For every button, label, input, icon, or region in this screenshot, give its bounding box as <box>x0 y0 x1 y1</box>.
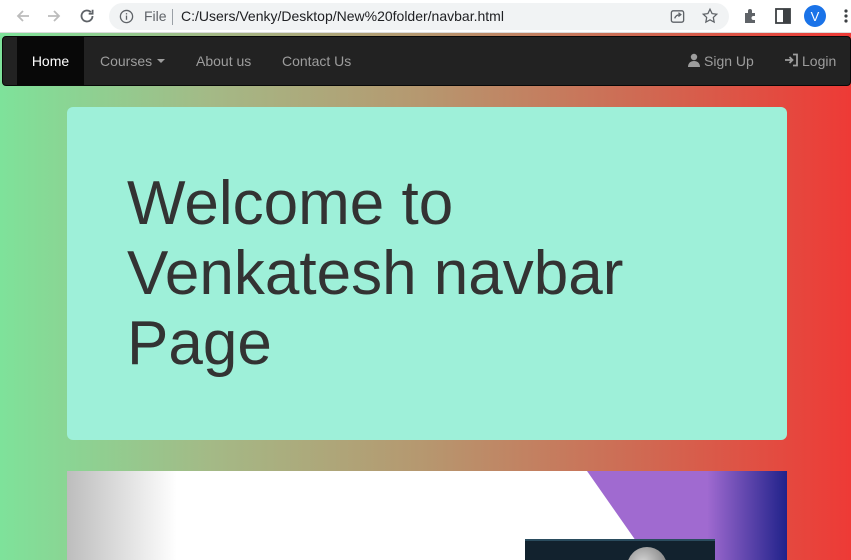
omnibox-divider <box>172 9 173 25</box>
nav-login-label: Login <box>802 53 837 69</box>
more-menu-icon[interactable] <box>842 8 850 24</box>
scheme-label: File <box>144 8 167 24</box>
reload-button[interactable] <box>75 4 99 28</box>
browser-toolbar: File C:/Users/Venky/Desktop/New%20folder… <box>0 0 851 33</box>
back-button[interactable] <box>11 4 35 28</box>
page-title: Welcome to Venkatesh navbar Page <box>127 169 624 378</box>
banner-dark-panel <box>525 539 715 560</box>
caret-down-icon <box>157 59 166 64</box>
nav-login-link[interactable]: Login <box>784 37 836 85</box>
side-panel-icon[interactable] <box>775 8 791 24</box>
nav-signup-label: Sign Up <box>704 53 754 69</box>
info-icon[interactable] <box>119 9 134 24</box>
nav-home-link[interactable]: Home <box>17 37 84 85</box>
banner-navy-edge <box>707 471 787 560</box>
banner-image <box>67 471 787 560</box>
extensions-icon[interactable] <box>742 7 760 25</box>
jumbotron: Welcome to Venkatesh navbar Page <box>67 107 787 440</box>
profile-avatar[interactable]: V <box>804 5 826 27</box>
star-icon[interactable] <box>701 7 719 25</box>
nav-courses-dropdown[interactable]: Courses <box>100 37 166 85</box>
nav-about-link[interactable]: About us <box>196 37 251 85</box>
forward-button[interactable] <box>42 4 66 28</box>
page-viewport: Home Courses About us Contact Us Sign Up… <box>0 33 851 560</box>
site-navbar: Home Courses About us Contact Us Sign Up… <box>2 36 851 86</box>
banner-left-fade <box>67 471 177 560</box>
nav-contact-link[interactable]: Contact Us <box>282 37 351 85</box>
login-icon <box>785 53 798 67</box>
arrow-right-icon <box>48 10 61 22</box>
address-bar[interactable]: File C:/Users/Venky/Desktop/New%20folder… <box>109 3 729 30</box>
url-text[interactable]: C:/Users/Venky/Desktop/New%20folder/navb… <box>181 8 504 24</box>
share-icon[interactable] <box>669 8 686 25</box>
nav-courses-label: Courses <box>100 53 153 69</box>
reload-icon <box>80 9 94 23</box>
user-icon <box>688 53 700 67</box>
arrow-left-icon <box>16 10 29 22</box>
nav-signup-link[interactable]: Sign Up <box>687 37 754 85</box>
